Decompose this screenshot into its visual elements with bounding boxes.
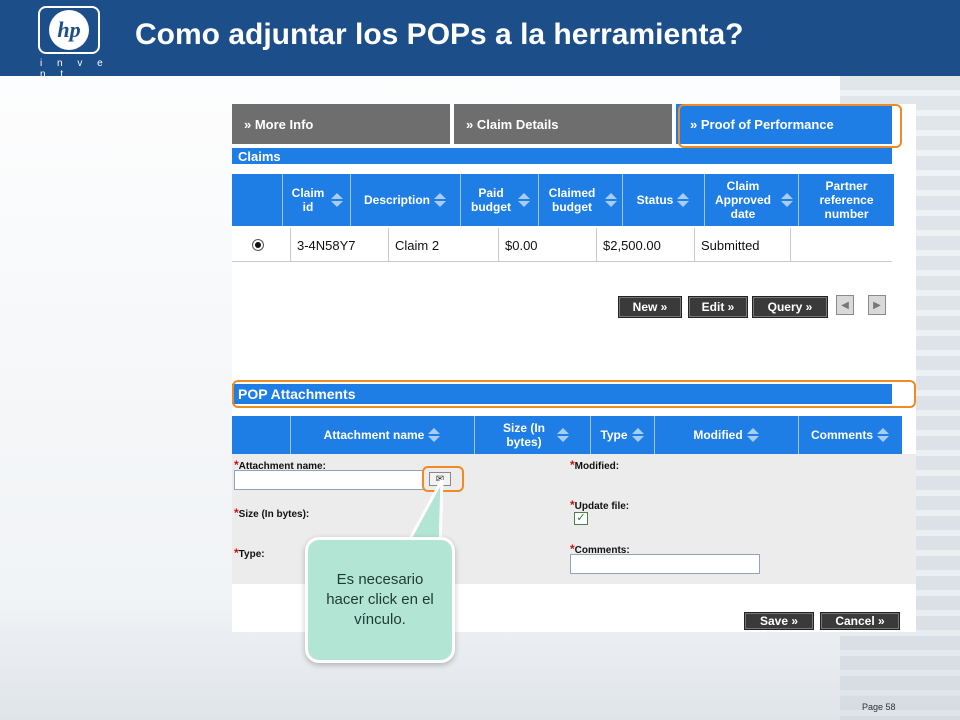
callout-pointer [402, 479, 444, 550]
page-number: Page 58 [862, 702, 896, 712]
callout-note: Es necesario hacer click en el vínculo. [305, 537, 455, 663]
